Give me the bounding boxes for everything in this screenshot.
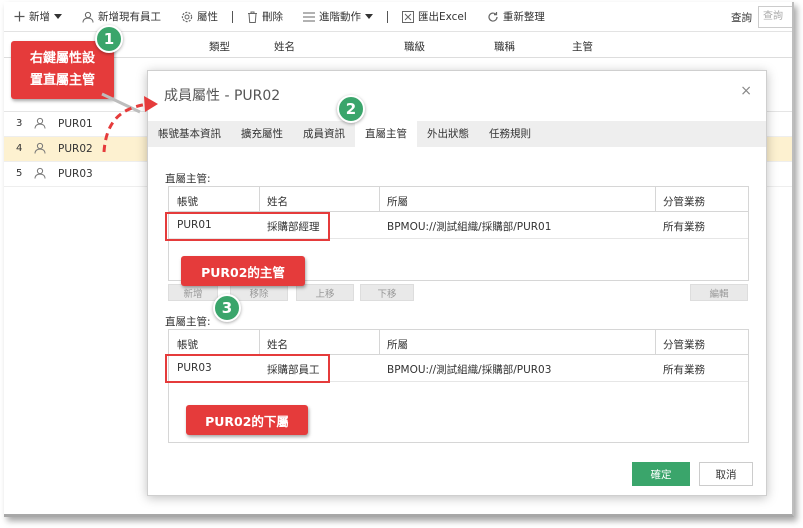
callout-1-line-2: 置直屬主管	[29, 73, 95, 88]
remove-button[interactable]: 移除	[230, 284, 288, 301]
cell-scope: 所有業務	[663, 221, 705, 233]
add-button[interactable]: 新增	[168, 284, 218, 301]
tab-member-info[interactable]: 成員資訊	[293, 121, 355, 147]
row-number: 3	[16, 118, 23, 129]
column-divider	[655, 330, 656, 355]
advanced-actions-button[interactable]: 進階動作	[293, 2, 383, 32]
managers-button-bar: 新增 移除 上移 下移 編輯	[168, 284, 749, 301]
gear-icon	[181, 11, 193, 23]
table-header: 帳號 姓名 所屬 分管業務	[169, 187, 748, 212]
grid-header-name: 姓名	[274, 41, 295, 53]
tab-direct-manager[interactable]: 直屬主管	[355, 121, 417, 147]
refresh-label: 重新整理	[502, 11, 545, 23]
step-badge-2: 2	[337, 95, 365, 123]
callout-1-line-1: 右鍵屬性設	[29, 51, 95, 66]
row-number: 5	[16, 168, 23, 179]
excel-icon	[402, 10, 414, 23]
col-scope: 分管業務	[663, 196, 705, 208]
grid-header-manager: 主管	[572, 41, 593, 53]
annotation-callout-2: PUR02的主管	[181, 256, 305, 286]
cancel-button[interactable]: 取消	[699, 462, 753, 486]
caret-down-icon	[365, 13, 373, 20]
properties-label: 屬性	[197, 11, 218, 23]
col-account: 帳號	[177, 196, 198, 208]
caret-down-icon	[54, 13, 62, 20]
close-icon[interactable]: ×	[740, 83, 752, 99]
annotation-callout-3: PUR02的下屬	[186, 405, 308, 435]
col-name: 姓名	[267, 196, 288, 208]
column-divider	[379, 187, 380, 212]
callout-pointer-arrow	[101, 92, 158, 153]
user-icon	[34, 142, 46, 157]
move-down-button[interactable]: 下移	[360, 284, 414, 301]
col-belongs: 所屬	[387, 339, 408, 351]
tab-extended-attributes[interactable]: 擴充屬性	[231, 121, 293, 147]
grid-header-rank: 職級	[404, 41, 425, 53]
col-scope: 分管業務	[663, 339, 705, 351]
column-divider	[655, 187, 656, 212]
dialog-title: 成員屬性 - PUR02	[164, 88, 281, 104]
tab-task-rules[interactable]: 任務規則	[479, 121, 541, 147]
grid-header-title: 職稱	[494, 41, 515, 53]
cell-belongs: BPMOU://測試組織/採購部/PUR03	[387, 364, 552, 376]
new-label: 新增	[29, 11, 50, 23]
row-code: PUR03	[58, 168, 93, 180]
app-window: 新增 新增現有員工 屬性 刪除 進階動作 匯出Excel 重新整理 查詢 查詢 …	[4, 2, 794, 517]
highlight-manager-row	[165, 212, 330, 241]
dialog-tabs: 帳號基本資訊 擴充屬性 成員資訊 直屬主管 外出狀態 任務規則	[148, 121, 766, 147]
column-divider	[379, 330, 380, 355]
col-account: 帳號	[177, 339, 198, 351]
query-area: 查詢 查詢	[731, 2, 792, 32]
ok-button[interactable]: 確定	[632, 462, 690, 486]
row-code: PUR01	[58, 118, 93, 130]
toolbar: 新增 新增現有員工 屬性 刪除 進階動作 匯出Excel 重新整理 查詢 查詢	[4, 2, 792, 32]
edit-button[interactable]: 編輯	[690, 284, 748, 301]
trash-icon	[247, 11, 258, 23]
toolbar-divider	[387, 10, 388, 23]
section-label-subordinates: 直屬主管:	[165, 316, 211, 328]
section-label-managers: 直屬主管:	[165, 173, 211, 185]
row-number: 4	[16, 143, 23, 154]
highlight-subordinate-row	[165, 354, 330, 383]
refresh-icon	[487, 11, 499, 23]
toolbar-divider	[232, 10, 233, 23]
delete-button[interactable]: 刪除	[237, 2, 293, 32]
grid-header-type: 類型	[209, 41, 230, 53]
cell-belongs: BPMOU://測試組織/採購部/PUR01	[387, 221, 552, 233]
properties-button[interactable]: 屬性	[171, 2, 228, 32]
row-code: PUR02	[58, 143, 93, 155]
add-existing-label: 新增現有員工	[98, 11, 161, 23]
refresh-button[interactable]: 重新整理	[477, 2, 555, 32]
advanced-label: 進階動作	[319, 11, 361, 23]
user-icon	[34, 117, 46, 132]
query-label: 查詢	[731, 11, 752, 24]
col-belongs: 所屬	[387, 196, 408, 208]
export-label: 匯出Excel	[418, 11, 467, 23]
query-input[interactable]: 查詢	[758, 6, 792, 28]
plus-icon	[14, 11, 25, 22]
user-icon	[34, 167, 46, 182]
step-badge-1: 1	[95, 25, 123, 53]
column-divider	[259, 330, 260, 355]
cell-scope: 所有業務	[663, 364, 705, 376]
table-header: 帳號 姓名 所屬 分管業務	[169, 330, 748, 355]
delete-label: 刪除	[262, 11, 283, 23]
move-up-button[interactable]: 上移	[296, 284, 354, 301]
export-excel-button[interactable]: 匯出Excel	[392, 2, 477, 32]
user-icon	[82, 11, 94, 23]
tab-out-status[interactable]: 外出狀態	[417, 121, 479, 147]
add-existing-employee-button[interactable]: 新增現有員工	[72, 2, 171, 32]
new-button[interactable]: 新增	[4, 2, 72, 32]
annotation-callout-1: 右鍵屬性設 置直屬主管	[11, 41, 114, 99]
step-badge-3: 3	[213, 294, 241, 322]
list-icon	[303, 11, 315, 22]
column-divider	[259, 187, 260, 212]
col-name: 姓名	[267, 339, 288, 351]
